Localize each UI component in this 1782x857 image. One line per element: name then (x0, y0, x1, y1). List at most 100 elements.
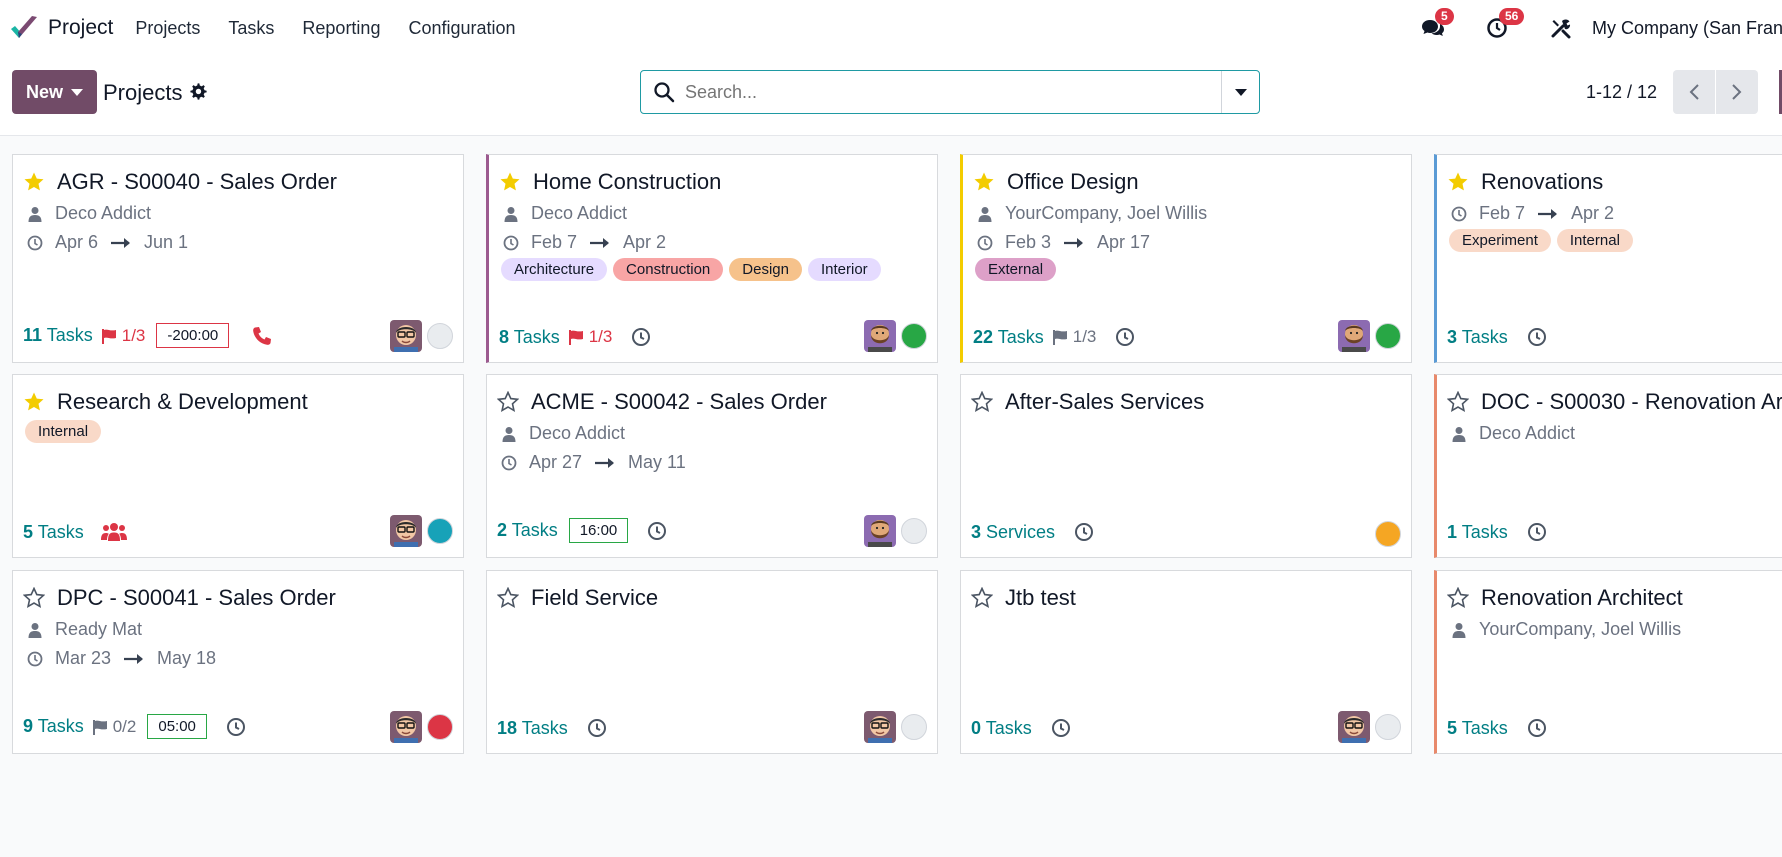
project-title[interactable]: Research & Development (23, 389, 308, 415)
project-logo-icon[interactable] (8, 12, 40, 44)
project-title[interactable]: DOC - S00030 - Renovation Architect (1447, 389, 1782, 415)
new-button[interactable]: New (12, 70, 97, 114)
star-filled-icon[interactable] (23, 391, 45, 413)
tasks-link[interactable]: 0 Tasks (971, 718, 1032, 739)
tasks-link[interactable]: 3 Tasks (1447, 327, 1508, 348)
activity-menu[interactable]: 56 (1484, 8, 1525, 41)
activity-clock-icon[interactable] (1114, 326, 1136, 348)
tasks-link[interactable]: 3 Services (971, 522, 1055, 543)
project-card[interactable]: Field Service 18 Tasks (486, 570, 938, 754)
menu-reporting[interactable]: Reporting (302, 18, 380, 39)
project-card[interactable]: Renovation Architect YourCompany, Joel Wi… (1434, 570, 1782, 754)
menu-projects[interactable]: Projects (135, 18, 200, 39)
tasks-link[interactable]: 2 Tasks (497, 520, 558, 541)
project-card[interactable]: Research & Development Internal 5 Tasks (12, 374, 464, 558)
project-title[interactable]: ACME - S00042 - Sales Order (497, 389, 827, 415)
pager-value[interactable]: 1-12 / 12 (1586, 82, 1657, 103)
star-icon[interactable] (497, 587, 519, 609)
project-title[interactable]: Home Construction (499, 169, 721, 195)
search-options-toggle[interactable] (1221, 71, 1259, 113)
status-indicator[interactable] (427, 323, 453, 349)
user-avatar[interactable] (390, 711, 422, 743)
project-card[interactable]: ACME - S00042 - Sales Order Deco Addict Ap… (486, 374, 938, 558)
pager-next-button[interactable] (1716, 70, 1758, 114)
tasks-link[interactable]: 18 Tasks (497, 718, 568, 739)
tasks-link[interactable]: 11 Tasks (23, 325, 93, 346)
status-indicator[interactable] (1375, 521, 1401, 547)
project-title[interactable]: DPC - S00041 - Sales Order (23, 585, 336, 611)
tools-icon[interactable] (1550, 17, 1572, 39)
status-indicator[interactable] (427, 518, 453, 544)
user-avatar[interactable] (1338, 711, 1370, 743)
debug-menu[interactable] (1548, 15, 1574, 41)
user-avatar[interactable] (390, 320, 422, 352)
star-filled-icon[interactable] (1447, 171, 1469, 193)
star-icon[interactable] (971, 391, 993, 413)
user-avatar[interactable] (864, 515, 896, 547)
user-avatar[interactable] (1338, 320, 1370, 352)
app-name[interactable]: Project (48, 16, 113, 40)
project-card[interactable]: Jtb test 0 Tasks (960, 570, 1412, 754)
status-indicator[interactable] (901, 518, 927, 544)
user-avatar[interactable] (390, 515, 422, 547)
search-input[interactable] (685, 81, 1221, 103)
project-card[interactable]: Home Construction Deco Addict Feb 7 Apr 2 Ar… (486, 154, 938, 363)
users-icon[interactable] (100, 521, 128, 543)
project-title[interactable]: Renovation Architect (1447, 585, 1683, 611)
milestone-progress[interactable]: 1/3 (1052, 327, 1096, 347)
status-indicator[interactable] (1375, 714, 1401, 740)
activity-clock-icon[interactable] (586, 717, 608, 739)
milestone-progress[interactable]: 0/2 (92, 717, 136, 737)
tasks-link[interactable]: 5 Tasks (1447, 718, 1508, 739)
activity-clock-icon[interactable] (225, 716, 247, 738)
star-icon[interactable] (1447, 391, 1469, 413)
activity-clock-icon[interactable] (630, 326, 652, 348)
user-avatar[interactable] (864, 320, 896, 352)
user-avatar[interactable] (864, 711, 896, 743)
project-title[interactable]: Office Design (973, 169, 1139, 195)
milestone-progress[interactable]: 1/3 (101, 326, 145, 346)
pager-previous-button[interactable] (1673, 70, 1715, 114)
star-icon[interactable] (497, 391, 519, 413)
messaging-menu[interactable]: 5 (1420, 8, 1454, 41)
project-title[interactable]: Jtb test (971, 585, 1076, 611)
project-card[interactable]: DPC - S00041 - Sales Order Ready Mat Mar 2… (12, 570, 464, 754)
status-indicator[interactable] (901, 714, 927, 740)
tasks-link[interactable]: 22 Tasks (973, 327, 1044, 348)
status-indicator[interactable] (427, 714, 453, 740)
project-title[interactable]: AGR - S00040 - Sales Order (23, 169, 337, 195)
project-card[interactable]: After-Sales Services 3 Services (960, 374, 1412, 558)
project-card[interactable]: DOC - S00030 - Renovation Architect Deco … (1434, 374, 1782, 558)
tasks-link[interactable]: 5 Tasks (23, 522, 84, 543)
activity-clock-icon[interactable] (1526, 326, 1548, 348)
tasks-link[interactable]: 9 Tasks (23, 716, 84, 737)
star-filled-icon[interactable] (499, 171, 521, 193)
milestone-progress[interactable]: 1/3 (568, 327, 612, 347)
tasks-link[interactable]: 8 Tasks (499, 327, 560, 348)
star-icon[interactable] (23, 587, 45, 609)
project-title[interactable]: Renovations (1447, 169, 1603, 195)
star-icon[interactable] (971, 587, 993, 609)
activity-clock-icon[interactable] (1526, 717, 1548, 739)
activity-clock-icon[interactable] (1526, 521, 1548, 543)
star-filled-icon[interactable] (973, 171, 995, 193)
activity-clock-icon[interactable] (1050, 717, 1072, 739)
menu-configuration[interactable]: Configuration (408, 18, 515, 39)
status-indicator[interactable] (901, 323, 927, 349)
project-card[interactable]: Renovations Feb 7 Apr 2 Experiment Internal 3… (1434, 154, 1782, 363)
menu-tasks[interactable]: Tasks (228, 18, 274, 39)
project-title[interactable]: Field Service (497, 585, 658, 611)
status-indicator[interactable] (1375, 323, 1401, 349)
tasks-link[interactable]: 1 Tasks (1447, 522, 1508, 543)
activity-clock-icon[interactable] (646, 520, 668, 542)
phone-icon[interactable] (251, 325, 273, 347)
app-brand[interactable]: Project (8, 12, 135, 44)
project-card[interactable]: AGR - S00040 - Sales Order Deco Addict Apr… (12, 154, 464, 363)
company-switcher[interactable]: My Company (San Francisco) (1592, 18, 1782, 39)
star-filled-icon[interactable] (23, 171, 45, 193)
gear-icon[interactable] (190, 83, 208, 101)
star-icon[interactable] (1447, 587, 1469, 609)
project-card[interactable]: Office Design YourCompany, Joel Willis Feb… (960, 154, 1412, 363)
activity-clock-icon[interactable] (1073, 521, 1095, 543)
project-title[interactable]: After-Sales Services (971, 389, 1204, 415)
